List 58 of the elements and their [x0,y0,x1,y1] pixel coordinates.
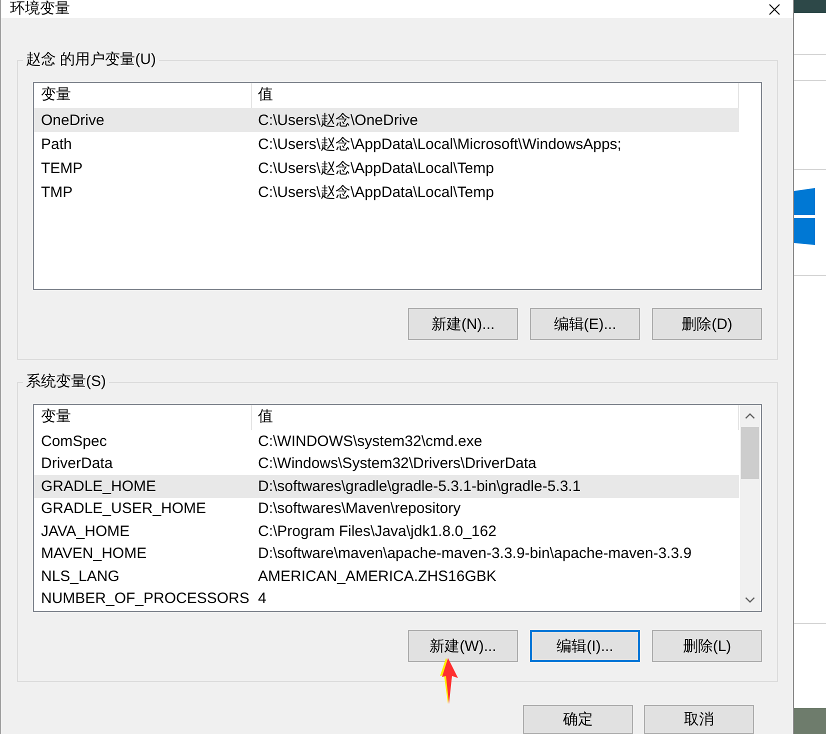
list-row[interactable]: GRADLE_HOME D:\softwares\gradle\gradle-5.3.1-bin\gradle-5.3.1 [34,475,739,498]
variable-value: C:\Program Files\Java\jdk1.8.0_162 [257,522,496,541]
desktop-background [794,708,826,734]
variable-name: GRADLE_USER_HOME [40,499,208,518]
dialog-button[interactable]: 编辑(E)... [530,308,640,340]
group-label: 赵念 的用户变量(U) [23,50,159,70]
list-row[interactable]: GRADLE_USER_HOME D:\softwares\Maven\repository [34,498,739,520]
variable-value: C:\Users\赵念\AppData\Local\Temp [257,158,494,178]
variable-name: NLS_LANG [40,566,120,586]
list-row[interactable]: DriverData C:\Windows\System32\Drivers\DriverData [34,452,739,475]
window-title: 环境变量 [10,0,70,18]
list-row[interactable]: NUMBER_OF_PROCESSORS 4 [34,588,739,610]
dialog-button[interactable]: 删除(D) [652,308,762,340]
variable-name: Path [40,134,73,154]
list-row[interactable]: TEMP C:\Users\赵念\AppData\Local\Temp [34,156,739,180]
dialog-button[interactable]: 取消 [644,705,754,734]
variable-name: MAVEN_HOME [40,544,148,564]
variable-name: ComSpec [40,432,108,451]
dialog-button[interactable]: 新建(N)... [408,308,518,340]
column-header[interactable]: 值 [252,405,739,430]
header-bar [794,0,826,13]
logo-icon [794,188,815,245]
close-icon[interactable] [769,4,780,14]
variable-value: C:\Windows\System32\Drivers\DriverData [257,454,536,474]
dialog-button[interactable]: 确定 [523,705,633,734]
variable-value: D:\softwares\Maven\repository [257,499,461,518]
variable-value: AMERICAN_AMERICA.ZHS16GBK [257,566,496,586]
list-row[interactable]: NLS_LANG AMERICAN_AMERICA.ZHS16GBK [34,565,739,588]
variable-name: NUMBER_OF_PROCESSORS [40,589,250,608]
variable-name: GRADLE_HOME [40,476,158,496]
scroll-up-icon[interactable] [745,413,755,419]
variable-value: C:\WINDOWS\system32\cmd.exe [257,432,482,451]
scrollbar-thumb[interactable] [741,427,759,479]
variable-value: C:\Users\赵念\OneDrive [257,110,418,130]
scroll-down-icon[interactable] [745,597,755,603]
list-row[interactable]: Path C:\Users\赵念\AppData\Local\Microsoft\WindowsApps; [34,132,739,156]
dialog-button[interactable]: 新建(W)... [408,630,518,662]
column-header[interactable]: 变量 [34,405,252,430]
dialog-button[interactable]: 删除(L) [652,630,762,662]
variable-value: C:\Users\赵念\AppData\Local\Temp [257,182,494,202]
dialog-button[interactable]: 编辑(I)... [530,630,640,662]
list-row[interactable]: TMP C:\Users\赵念\AppData\Local\Temp [34,180,739,204]
variable-value: D:\software\maven\apache-maven-3.3.9-bin\apache-maven-3.3.9 [257,544,692,564]
variable-value: D:\softwares\gradle\gradle-5.3.1-bin\gradle-5.3.1 [257,476,581,496]
variable-name: TEMP [40,158,84,178]
variable-value: 4 [257,589,266,608]
variable-name: TMP [40,182,74,202]
arrow-icon [440,657,460,705]
list-row[interactable]: OneDrive C:\Users\赵念\OneDrive [34,108,739,132]
group-label: 系统变量(S) [23,372,109,392]
variable-name: OneDrive [40,110,106,130]
scrollbar-track[interactable] [740,405,760,611]
variable-value: C:\Users\赵念\AppData\Local\Microsoft\WindowsApps; [257,134,622,154]
variable-name: JAVA_HOME [40,522,131,541]
variable-name: DriverData [40,454,114,474]
list-row[interactable]: JAVA_HOME C:\Program Files\Java\jdk1.8.0_162 [34,520,739,542]
list-row[interactable]: MAVEN_HOME D:\software\maven\apache-maven-3.3.9-bin\apache-maven-3.3.9 [34,542,739,565]
list-row[interactable]: ComSpec C:\WINDOWS\system32\cmd.exe [34,430,739,452]
